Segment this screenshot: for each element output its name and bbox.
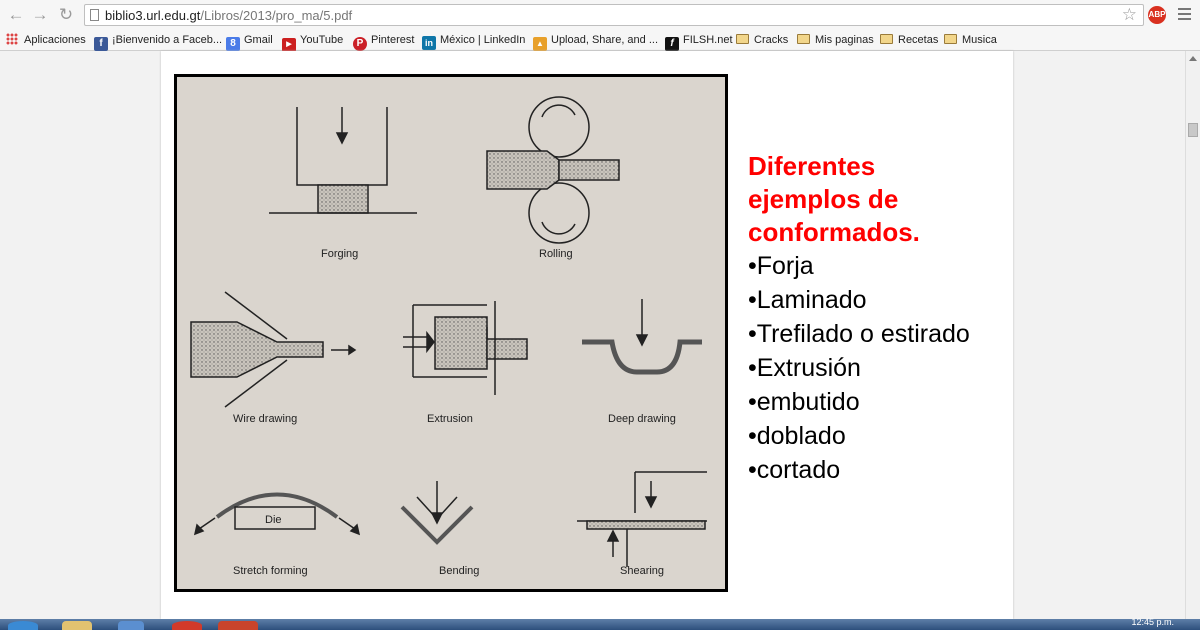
folder-icon xyxy=(797,34,810,44)
adblock-icon[interactable]: ABP xyxy=(1148,6,1166,24)
wire-drawing-diagram xyxy=(190,291,357,408)
filsh-icon: f xyxy=(665,37,679,51)
folder-icon xyxy=(944,34,957,44)
bullet-item: •doblado xyxy=(748,422,846,450)
google-icon: 8 xyxy=(226,37,240,51)
label-rolling: Rolling xyxy=(539,248,573,260)
bookmark-musica[interactable]: Musica xyxy=(944,32,997,48)
browser-toolbar: ← → ↻ biblio3.url.edu.gt/Libros/2013/pro… xyxy=(0,0,1200,30)
bookmark-label: Mis paginas xyxy=(815,34,874,46)
label-die: Die xyxy=(265,514,282,526)
bookmark-label: Musica xyxy=(962,34,997,46)
shearing-diagram xyxy=(577,471,707,567)
folder-icon xyxy=(880,34,893,44)
bookmark-filsh[interactable]: f FILSH.net xyxy=(665,32,733,51)
media-taskbar-icon[interactable] xyxy=(118,621,144,630)
bookmark-linkedin[interactable]: in México | LinkedIn xyxy=(422,32,526,50)
bookmark-label: Recetas xyxy=(898,34,939,46)
bookmark-cracks[interactable]: Cracks xyxy=(736,32,788,48)
bullet-item: •embutido xyxy=(748,388,860,416)
address-bar[interactable]: biblio3.url.edu.gt/Libros/2013/pro_ma/5.… xyxy=(84,4,1144,26)
bookmark-label: Pinterest xyxy=(371,34,415,46)
upload-icon: ▲ xyxy=(533,37,547,51)
bookmark-gmail[interactable]: 8 Gmail xyxy=(226,32,273,51)
bookmark-label: Cracks xyxy=(754,34,789,46)
start-button[interactable] xyxy=(8,621,38,630)
bookmark-label: Aplicaciones xyxy=(24,34,86,46)
windows-taskbar: 12:45 p.m. xyxy=(0,617,1200,630)
heading-line: Diferentes xyxy=(748,151,876,181)
bullet-item: •Trefilado o estirado xyxy=(748,320,970,348)
back-arrow-icon[interactable]: ← xyxy=(6,5,26,25)
rolling-diagram xyxy=(486,96,620,244)
chrome-taskbar-icon[interactable] xyxy=(172,621,202,630)
bookmark-star-icon[interactable]: ☆ xyxy=(1122,5,1137,25)
label-wire-drawing: Wire drawing xyxy=(233,413,297,425)
bookmarks-bar: Aplicaciones f ¡Bienvenido a Faceb... 8 Gm… xyxy=(0,30,1200,52)
label-extrusion: Extrusion xyxy=(427,413,473,425)
bookmark-label: FILSH.net xyxy=(683,34,733,46)
youtube-icon: ▶ xyxy=(282,38,296,52)
bookmark-label: Upload, Share, and ... xyxy=(551,34,659,46)
powerpoint-taskbar-icon[interactable] xyxy=(218,621,258,630)
heading-line: ejemplos de xyxy=(748,184,899,214)
bookmark-mis-paginas[interactable]: Mis paginas xyxy=(797,32,874,48)
url-host: biblio3.url.edu.gt xyxy=(105,8,201,23)
bookmark-recetas[interactable]: Recetas xyxy=(880,32,938,48)
deep-drawing-diagram xyxy=(582,299,702,375)
url-path: /Libros/2013/pro_ma/5.pdf xyxy=(200,8,353,23)
bookmark-label: ¡Bienvenido a Faceb... xyxy=(112,34,223,46)
bookmark-pinterest[interactable]: P Pinterest xyxy=(353,32,415,51)
page-icon xyxy=(90,9,99,21)
bookmark-facebook[interactable]: f ¡Bienvenido a Faceb... xyxy=(94,32,223,51)
forward-arrow-icon[interactable]: → xyxy=(30,5,50,25)
address-url[interactable]: biblio3.url.edu.gt/Libros/2013/pro_ma/5.… xyxy=(105,8,352,23)
bookmark-label: Gmail xyxy=(244,34,273,46)
taskbar-clock[interactable]: 12:45 p.m. xyxy=(1131,617,1174,627)
apps-grid-icon xyxy=(6,33,18,45)
label-bending: Bending xyxy=(439,565,479,577)
pinterest-icon: P xyxy=(353,37,367,51)
vertical-scrollbar[interactable] xyxy=(1185,51,1200,619)
bullet-item: •cortado xyxy=(748,456,841,484)
bullet-item: •Forja xyxy=(748,252,814,280)
linkedin-icon: in xyxy=(422,36,436,50)
label-shearing: Shearing xyxy=(620,565,664,577)
scroll-up-icon[interactable] xyxy=(1189,56,1197,61)
explorer-taskbar-icon[interactable] xyxy=(62,621,92,630)
bookmark-youtube[interactable]: ▶ YouTube xyxy=(282,32,344,52)
slide-text-block: Diferentes ejemplos de conformados. •For… xyxy=(748,150,1008,487)
facebook-icon: f xyxy=(94,37,108,51)
folder-icon xyxy=(736,34,749,44)
label-deep-drawing: Deep drawing xyxy=(608,413,676,425)
slide-heading: Diferentes ejemplos de conformados. xyxy=(748,150,1008,249)
menu-icon[interactable] xyxy=(1178,8,1191,23)
bookmark-label: México | LinkedIn xyxy=(440,34,526,46)
scrollbar-thumb[interactable] xyxy=(1188,123,1198,137)
forming-processes-figure: Forging Rolling Wire drawing Extrusion D… xyxy=(174,74,728,592)
label-forging: Forging xyxy=(321,248,358,260)
reload-icon[interactable]: ↻ xyxy=(56,5,76,25)
bullet-item: •Laminado xyxy=(748,286,867,314)
heading-line: conformados. xyxy=(748,217,920,247)
bending-diagram xyxy=(400,481,474,545)
bookmark-upload[interactable]: ▲ Upload, Share, and ... xyxy=(533,32,659,51)
forging-diagram xyxy=(269,107,417,214)
label-stretch-forming: Stretch forming xyxy=(233,565,308,577)
extrusion-diagram xyxy=(403,301,528,395)
bookmark-aplicaciones[interactable]: Aplicaciones xyxy=(6,32,86,48)
bookmark-label: YouTube xyxy=(300,34,344,46)
bullet-item: •Extrusión xyxy=(748,354,861,382)
